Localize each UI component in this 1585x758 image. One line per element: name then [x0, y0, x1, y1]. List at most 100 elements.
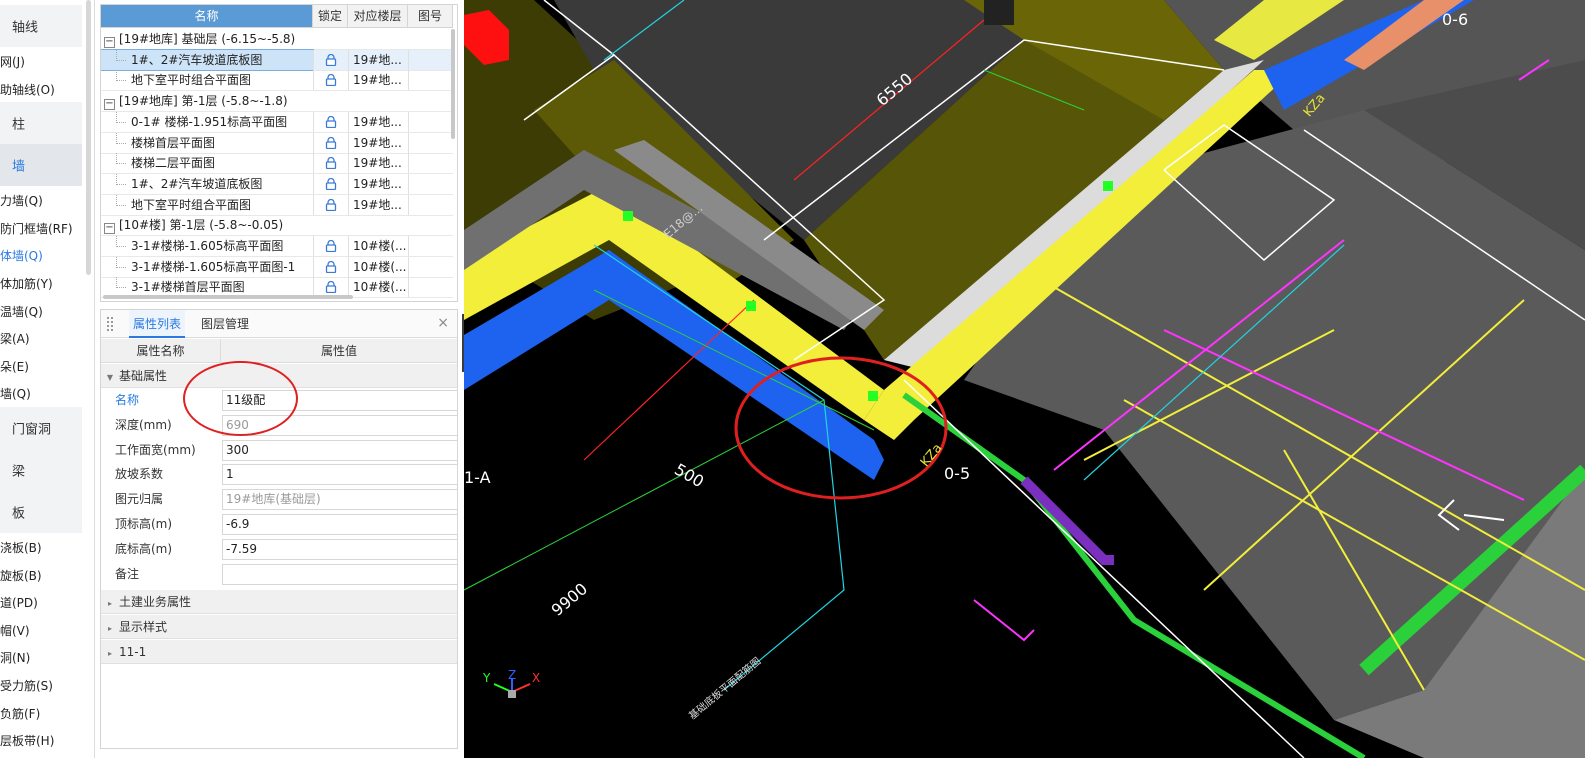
axis-06-label: 0-6 — [1442, 10, 1469, 29]
nav-category[interactable]: 轴线 — [0, 5, 82, 47]
drawing-number-cell — [408, 153, 453, 174]
nav-category[interactable]: 门窗洞 — [0, 407, 82, 449]
nav-scrollbar[interactable] — [86, 0, 91, 275]
row-name-cell: 3-1#楼梯-1.605标高平面图 — [101, 236, 313, 256]
axis-x-label: X — [532, 671, 541, 685]
property-value-field[interactable]: 11级配 — [222, 390, 458, 411]
section-basic-label: 基础属性 — [119, 369, 168, 383]
nav-item[interactable]: 力墙(Q) — [0, 190, 88, 212]
nav-item[interactable]: 体加筋(Y) — [0, 273, 88, 295]
tree-vertical-scrollbar[interactable] — [451, 29, 455, 139]
drawing-label: 1#、2#汽车坡道底板图 — [131, 176, 263, 191]
section-basic-properties[interactable]: ▼ 基础属性 — [101, 364, 457, 388]
tree-row[interactable]: 楼梯二层平面图 19#地... — [101, 153, 453, 175]
nav-item[interactable]: 层板带(H) — [0, 730, 88, 752]
collapse-icon[interactable]: − — [104, 99, 115, 111]
tree-row[interactable]: 3-1#楼梯-1.605标高平面图 10#楼(... — [101, 236, 453, 257]
tree-branch-line — [116, 132, 126, 144]
property-value-field[interactable] — [222, 563, 458, 585]
nav-item[interactable]: 防门框墙(RF) — [0, 218, 88, 240]
nav-item[interactable]: 受力筋(S) — [0, 675, 88, 697]
lock-icon[interactable] — [325, 53, 337, 66]
collapse-icon[interactable]: − — [104, 223, 115, 235]
property-row: 放坡系数 1 — [101, 462, 458, 488]
lock-icon[interactable] — [325, 74, 337, 87]
floor-cell: 19#地... — [348, 173, 408, 194]
nav-item[interactable]: 温墙(Q) — [0, 301, 88, 323]
lock-icon[interactable] — [325, 177, 337, 191]
row-name-cell: 3-1#楼梯-1.605标高平面图-1 — [101, 256, 313, 277]
nav-item[interactable]: 墙(Q) — [0, 383, 88, 405]
nav-category-label: 柱 — [12, 117, 26, 133]
nav-item[interactable]: 帽(V) — [0, 620, 88, 642]
row-name-cell: − [10#楼] 第-1层 (-5.8~-0.05) — [101, 215, 453, 235]
lock-icon[interactable] — [325, 260, 337, 273]
section-label: 11-1 — [119, 645, 147, 659]
nav-item[interactable]: 旋板(B) — [0, 565, 88, 587]
tree-group-row[interactable]: − [10#楼] 第-1层 (-5.8~-0.05) — [101, 215, 453, 237]
property-value-field[interactable]: -6.9 — [222, 514, 458, 535]
lock-icon[interactable] — [325, 281, 337, 294]
caret-right-icon: ▸ — [107, 599, 112, 609]
collapsed-section[interactable]: ▸ 显示样式 — [101, 615, 457, 640]
lock-icon[interactable] — [325, 157, 337, 170]
collapsed-section[interactable]: ▸ 土建业务属性 — [101, 590, 457, 615]
group-label: [10#楼] 第-1层 (-5.8~-0.05) — [119, 218, 284, 233]
col-number-header[interactable]: 图号 — [408, 5, 453, 28]
close-icon[interactable]: × — [437, 315, 449, 331]
tree-branch-line — [116, 256, 126, 268]
lock-cell — [313, 132, 348, 153]
tree-row[interactable]: 1#、2#汽车坡道底板图 19#地... — [101, 48, 453, 71]
drag-grip-icon[interactable] — [107, 317, 115, 331]
nav-item[interactable]: 洞(N) — [0, 647, 88, 669]
property-value-field[interactable]: -7.59 — [222, 538, 458, 560]
lock-icon[interactable] — [325, 115, 337, 128]
nav-category[interactable]: 柱 — [0, 102, 82, 145]
tree-row[interactable]: 地下室平时组合平面图 19#地... — [101, 194, 453, 216]
tree-group-row[interactable]: − [19#地库] 第-1层 (-5.8~-1.8) — [101, 91, 453, 113]
nav-item[interactable]: 浇板(B) — [0, 537, 88, 559]
col-floor-header[interactable]: 对应楼层 — [348, 5, 408, 28]
nav-item[interactable]: 负筋(F) — [0, 703, 88, 725]
property-value-field[interactable]: 300 — [222, 439, 458, 461]
tree-row[interactable]: 1#、2#汽车坡道底板图 19#地... — [101, 173, 453, 195]
nav-category-label: 板 — [12, 506, 26, 522]
row-name-cell: 楼梯二层平面图 — [101, 153, 313, 173]
floor-cell: 10#楼(... — [348, 277, 408, 298]
tree-branch-line — [116, 277, 126, 289]
nav-category[interactable]: 梁 — [0, 449, 82, 491]
drawing-number-cell — [408, 70, 453, 91]
drawing-number-cell — [408, 111, 453, 132]
col-lock-header[interactable]: 锁定 — [313, 5, 348, 28]
tree-row[interactable]: 地下室平时组合平面图 19#地... — [101, 70, 453, 92]
nav-item[interactable]: 梁(A) — [0, 328, 88, 350]
nav-item[interactable]: 道(PD) — [0, 592, 88, 614]
nav-category[interactable]: 墙 — [0, 144, 82, 187]
tab-layer-manager[interactable]: 图层管理 — [197, 310, 253, 338]
tree-horizontal-scrollbar[interactable] — [103, 295, 353, 299]
property-name: 顶标高(m) — [101, 512, 220, 537]
nav-item[interactable]: 朵(E) — [0, 356, 88, 378]
3d-viewport[interactable]: 6550 500 9900 0-5 0-6 1-A KZa KZa E18@..… — [464, 0, 1585, 758]
tree-group-row[interactable]: − [19#地库] 基础层 (-6.15~-5.8) — [101, 29, 453, 50]
collapsed-section[interactable]: ▸ 11-1 — [101, 640, 457, 664]
drawing-number-cell — [408, 194, 453, 215]
lock-icon[interactable] — [325, 239, 337, 253]
lock-icon[interactable] — [325, 136, 337, 149]
nav-item[interactable]: 体墙(Q) — [0, 245, 88, 267]
property-value-field: 19#地库(基础层) — [222, 489, 458, 511]
caret-right-icon: ▸ — [107, 649, 112, 658]
nav-category[interactable]: 板 — [0, 491, 82, 533]
nav-item[interactable]: 网(J) — [0, 51, 88, 73]
tab-property-list[interactable]: 属性列表 — [129, 310, 186, 338]
caret-right-icon: ▸ — [107, 624, 112, 634]
nav-item[interactable]: 助轴线(O) — [0, 79, 88, 101]
lock-icon[interactable] — [325, 198, 337, 211]
collapse-icon[interactable]: − — [104, 37, 115, 48]
tree-row[interactable]: 3-1#楼梯-1.605标高平面图-1 10#楼(... — [101, 256, 453, 278]
tree-row[interactable]: 0-1# 楼梯-1.951标高平面图 19#地... — [101, 111, 453, 133]
property-value-field[interactable]: 1 — [222, 464, 458, 486]
properties-column-header: 属性名称 属性值 — [101, 339, 457, 363]
tree-row[interactable]: 楼梯首层平面图 19#地... — [101, 132, 453, 154]
col-name-header[interactable]: 名称 — [101, 5, 313, 28]
